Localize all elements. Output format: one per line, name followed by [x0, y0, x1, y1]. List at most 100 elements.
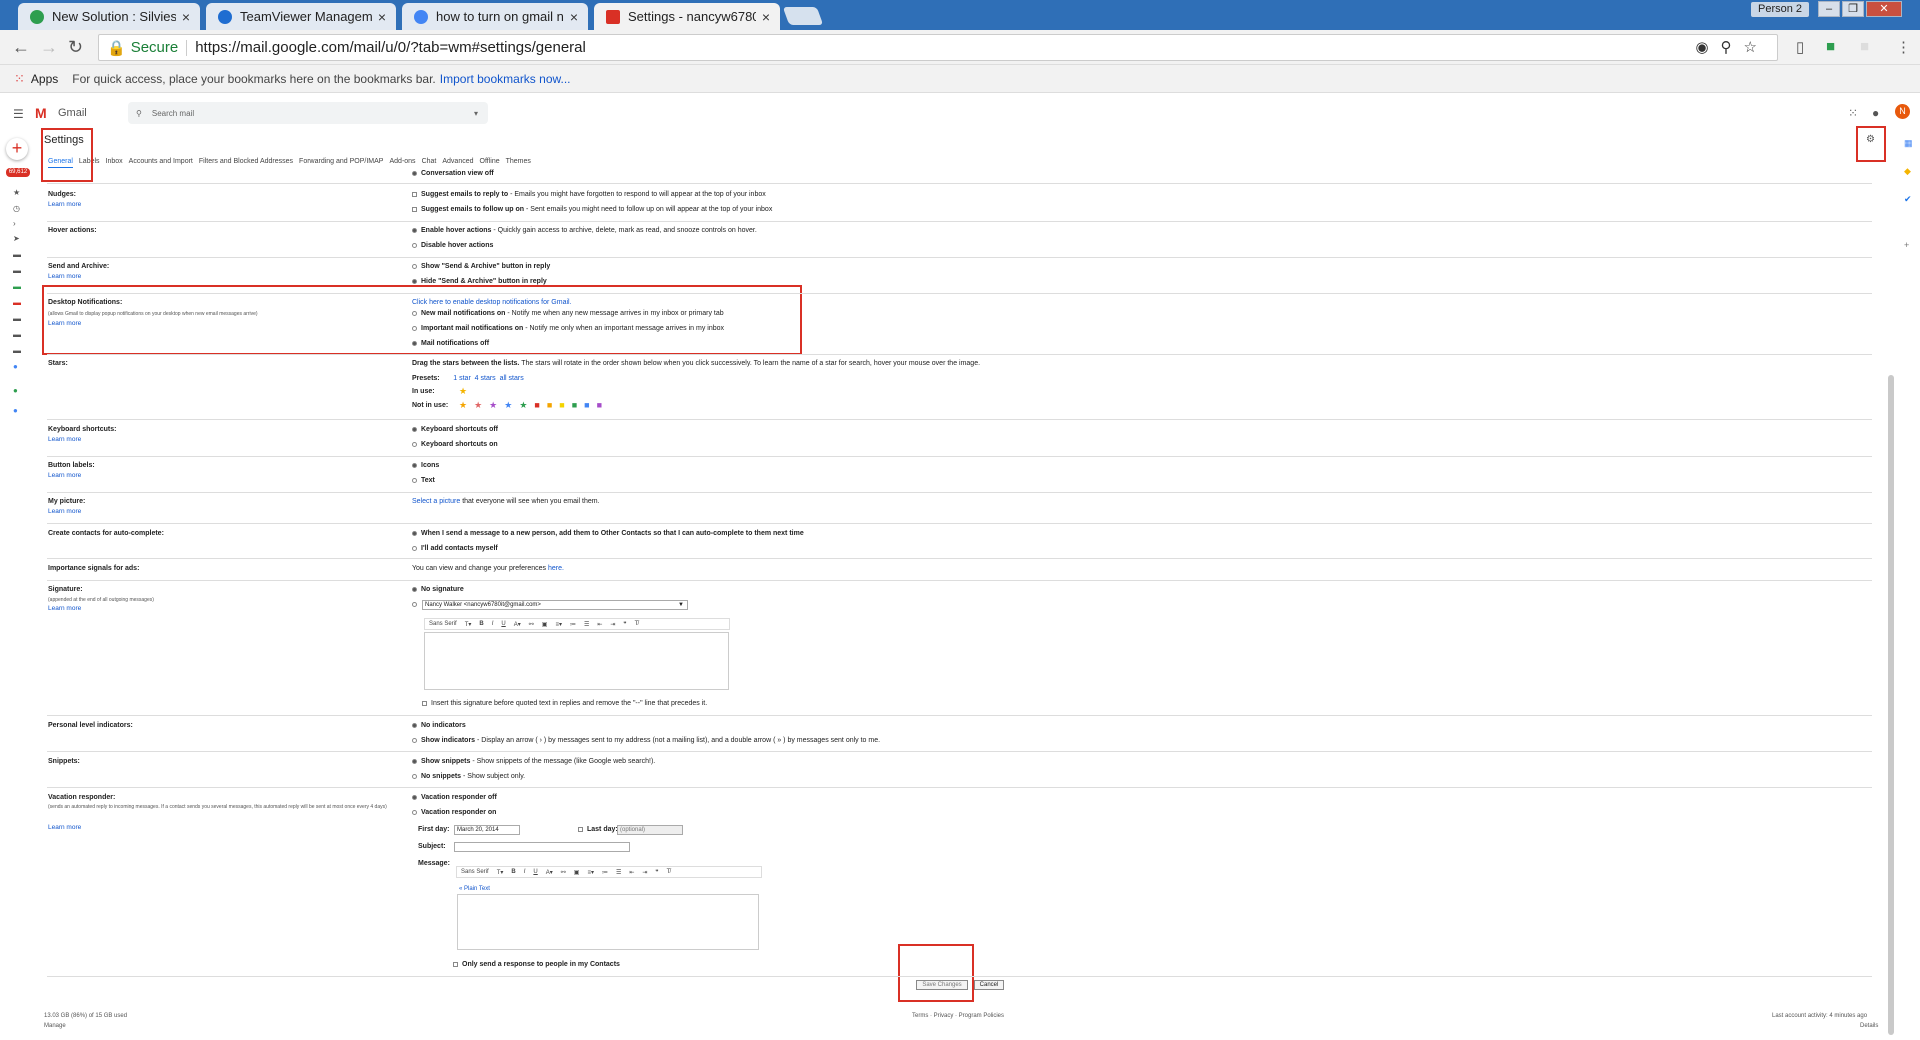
radio[interactable]	[412, 773, 417, 779]
checkbox[interactable]	[578, 826, 583, 832]
add-addon-icon[interactable]: +	[1904, 240, 1909, 250]
gmail-logo-icon[interactable]: M	[35, 105, 47, 121]
zoom-icon[interactable]: ⚲	[1721, 39, 1744, 56]
learn-more-link[interactable]: Learn more	[48, 472, 81, 479]
remove-formatting-icon[interactable]: T̸	[635, 621, 639, 627]
radio[interactable]	[412, 722, 417, 728]
italic-icon[interactable]: I	[492, 621, 494, 627]
vacation-message-editor[interactable]	[457, 894, 759, 950]
contacts-auto-option[interactable]: When I send a message to a new person, a…	[412, 530, 804, 537]
tasks-icon[interactable]: ✔	[1904, 194, 1912, 205]
insert-signature-option[interactable]: Insert this signature before quoted text…	[422, 700, 707, 707]
preset-1-star-link[interactable]: 1 star	[453, 375, 471, 382]
radio[interactable]	[412, 462, 417, 468]
underline-icon[interactable]: U	[501, 621, 505, 627]
font-size-icon[interactable]: T▾	[465, 621, 472, 628]
radio[interactable]	[412, 758, 417, 764]
conversation-off-option[interactable]: Conversation view off	[412, 170, 494, 177]
italic-icon[interactable]: I	[524, 869, 526, 875]
browser-tab-4-active[interactable]: Settings - nancyw6780it@ ×	[594, 3, 780, 30]
apps-link[interactable]: Apps	[31, 72, 58, 86]
numbered-list-icon[interactable]: ≔	[602, 869, 608, 876]
label-icon[interactable]: ▬	[13, 266, 21, 275]
apps-grid-icon[interactable]: ⁙	[14, 71, 25, 87]
text-color-icon[interactable]: A▾	[514, 621, 521, 628]
align-icon[interactable]: ≡▾	[555, 621, 562, 628]
plain-text-link[interactable]: « Plain Text	[459, 886, 490, 892]
learn-more-link[interactable]: Learn more	[48, 824, 81, 831]
blue-star-icon[interactable]: ★	[504, 400, 519, 410]
label-icon[interactable]: ▬	[13, 330, 21, 339]
browser-tab-1[interactable]: New Solution : Silvies Riv ×	[18, 3, 200, 30]
bold-icon[interactable]: B	[479, 621, 483, 627]
last-day-label[interactable]: Last day:	[578, 826, 618, 833]
remove-formatting-icon[interactable]: T̸	[667, 869, 671, 875]
green-check-icon[interactable]: ■	[572, 400, 584, 410]
close-tab-icon[interactable]: ×	[378, 9, 386, 25]
tab-accounts[interactable]: Accounts and Import	[129, 158, 193, 168]
first-day-input[interactable]: March 20, 2014	[454, 825, 520, 835]
bulleted-list-icon[interactable]: ☰	[616, 869, 621, 876]
keep-icon[interactable]: ◆	[1904, 166, 1911, 177]
learn-more-link[interactable]: Learn more	[48, 436, 81, 443]
checkbox[interactable]	[412, 206, 417, 212]
cancel-button[interactable]: Cancel	[974, 980, 1004, 990]
vacation-off-option[interactable]: Vacation responder off	[412, 794, 497, 801]
no-snippets-option[interactable]: No snippets - Show subject only.	[412, 773, 525, 780]
import-bookmarks-link[interactable]: Import bookmarks now...	[440, 72, 571, 86]
green-star-icon[interactable]: ★	[519, 400, 534, 410]
radio[interactable]	[412, 794, 417, 800]
url-text[interactable]: https://mail.google.com/mail/u/0/?tab=wm…	[195, 39, 586, 56]
radio[interactable]	[412, 325, 417, 331]
radio[interactable]	[412, 545, 417, 551]
extension-icon-3[interactable]: ■	[1860, 38, 1869, 55]
importance-here-link[interactable]: here.	[548, 565, 564, 572]
calendar-icon[interactable]: ▦	[1904, 138, 1913, 149]
main-menu-icon[interactable]: ☰	[13, 107, 24, 121]
preset-all-stars-link[interactable]: all stars	[500, 375, 524, 382]
last-day-input[interactable]: (optional)	[617, 825, 683, 835]
eye-icon[interactable]: ◉	[1695, 39, 1720, 56]
radio[interactable]	[412, 278, 417, 284]
close-tab-icon[interactable]: ×	[570, 9, 578, 25]
label-icon[interactable]: ▬	[13, 346, 21, 355]
tab-advanced[interactable]: Advanced	[442, 158, 473, 168]
close-window-icon[interactable]: ✕	[1866, 1, 1902, 17]
tab-addons[interactable]: Add-ons	[389, 158, 415, 168]
browser-tab-3[interactable]: how to turn on gmail not ×	[402, 3, 588, 30]
indent-more-icon[interactable]: ⇥	[610, 621, 615, 628]
select-picture-link[interactable]: Select a picture	[412, 498, 460, 505]
radio[interactable]	[412, 586, 417, 592]
vacation-subject-input[interactable]	[454, 842, 630, 852]
extension-icon-2[interactable]: ■	[1826, 38, 1835, 55]
contact-icon[interactable]: ●	[13, 362, 18, 371]
google-apps-icon[interactable]: ⁙	[1848, 106, 1858, 120]
contacts-only-option[interactable]: Only send a response to people in my Con…	[453, 961, 620, 968]
hangouts-icon[interactable]: ●	[13, 386, 18, 395]
numbered-list-icon[interactable]: ≔	[570, 621, 576, 628]
radio[interactable]	[412, 477, 417, 483]
contacts-manual-option[interactable]: I'll add contacts myself	[412, 545, 498, 552]
label-icon[interactable]: ▬	[13, 314, 21, 323]
checkbox[interactable]	[453, 961, 458, 967]
radio[interactable]	[412, 530, 417, 536]
bookmark-star-icon[interactable]: ☆	[1744, 39, 1769, 56]
sent-icon[interactable]: ➤	[13, 234, 20, 243]
font-size-icon[interactable]: T▾	[497, 869, 504, 876]
hover-enable-option[interactable]: Enable hover actions - Quickly gain acce…	[412, 227, 757, 234]
radio[interactable]	[412, 737, 417, 743]
yellow-star-icon[interactable]: ★	[459, 386, 474, 397]
extension-icon-1[interactable]: ▯	[1796, 38, 1804, 56]
checkbox[interactable]	[412, 191, 417, 197]
blue-info-icon[interactable]: ■	[584, 400, 596, 410]
send-archive-show-option[interactable]: Show "Send & Archive" button in reply	[412, 263, 550, 270]
no-indicators-option[interactable]: No indicators	[412, 722, 466, 729]
show-snippets-option[interactable]: Show snippets - Show snippets of the mes…	[412, 758, 655, 765]
show-indicators-option[interactable]: Show indicators - Display an arrow ( › )…	[412, 737, 880, 744]
learn-more-link[interactable]: Learn more	[48, 605, 81, 612]
orange-guillemet-icon[interactable]: ■	[547, 400, 559, 410]
indent-less-icon[interactable]: ⇤	[629, 869, 634, 876]
mail-notifications-off-option[interactable]: Mail notifications off	[412, 340, 489, 347]
address-bar[interactable]: 🔒 Secure https://mail.google.com/mail/u/…	[98, 34, 1778, 61]
learn-more-link[interactable]: Learn more	[48, 508, 81, 515]
